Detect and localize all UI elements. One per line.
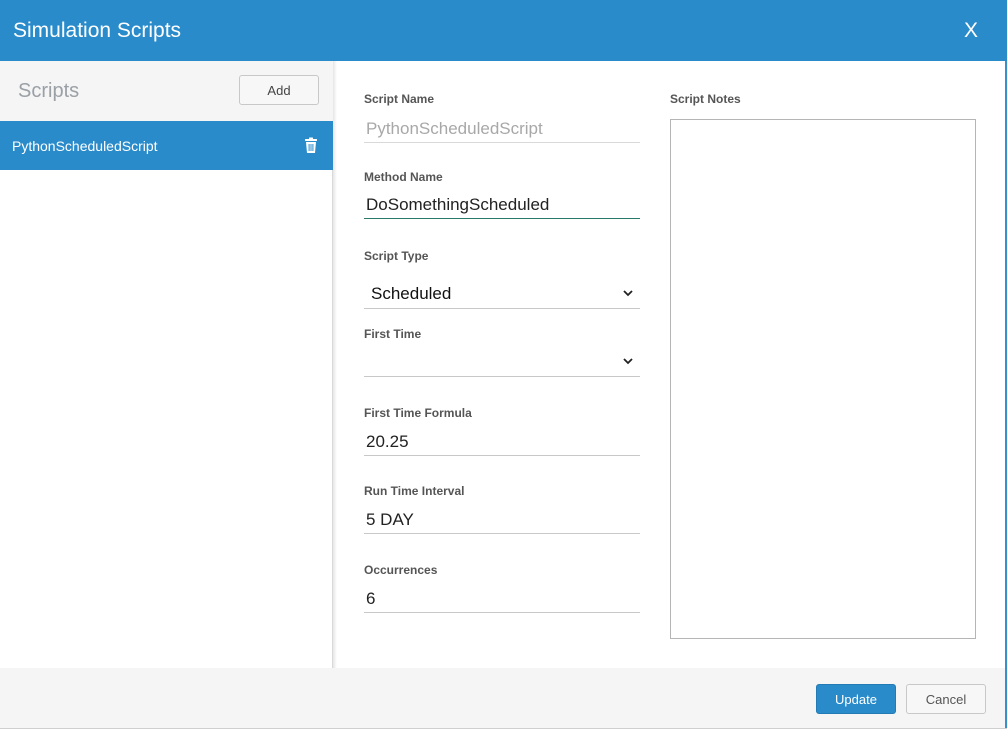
script-item-label: PythonScheduledScript: [12, 138, 158, 154]
run-time-interval-input[interactable]: [364, 506, 640, 534]
method-name-input[interactable]: [364, 191, 640, 219]
sidebar-header: Scripts Add: [0, 61, 333, 121]
method-name-label: Method Name: [364, 170, 443, 184]
first-time-label: First Time: [364, 327, 422, 341]
first-time-formula-input[interactable]: [364, 428, 640, 456]
dialog-title: Simulation Scripts: [13, 19, 182, 42]
chevron-down-icon: [623, 290, 633, 297]
occurrences-label: Occurrences: [364, 563, 438, 577]
script-type-label: Script Type: [364, 249, 429, 263]
add-script-button[interactable]: Add: [239, 75, 319, 105]
content-scrollbar[interactable]: [997, 61, 1005, 668]
script-notes-label: Script Notes: [670, 92, 741, 106]
sidebar-divider: [333, 61, 337, 668]
chevron-down-icon: [623, 358, 633, 365]
first-time-select[interactable]: [364, 347, 640, 377]
occurrences-input[interactable]: [364, 585, 640, 613]
sidebar-item-python-scheduled-script[interactable]: PythonScheduledScript: [0, 121, 333, 170]
update-button[interactable]: Update: [816, 684, 896, 714]
first-time-formula-label: First Time Formula: [364, 406, 472, 420]
sidebar-heading: Scripts: [18, 80, 80, 102]
scripts-sidebar: Scripts Add PythonScheduledScript: [0, 61, 333, 668]
run-time-interval-label: Run Time Interval: [364, 484, 465, 498]
simulation-scripts-dialog: Simulation Scripts X Scripts Add PythonS…: [0, 0, 1007, 731]
dialog-footer: Update Cancel: [0, 668, 1005, 728]
script-type-select[interactable]: Scheduled: [364, 279, 640, 309]
script-name-input[interactable]: [364, 115, 640, 143]
dialog-titlebar: Simulation Scripts X: [0, 0, 1007, 61]
script-name-label: Script Name: [364, 92, 435, 106]
close-button[interactable]: X: [959, 16, 983, 46]
trash-icon[interactable]: [304, 137, 318, 154]
cancel-button[interactable]: Cancel: [906, 684, 986, 714]
script-type-value: Scheduled: [371, 284, 452, 303]
script-notes-textarea[interactable]: [670, 119, 976, 639]
